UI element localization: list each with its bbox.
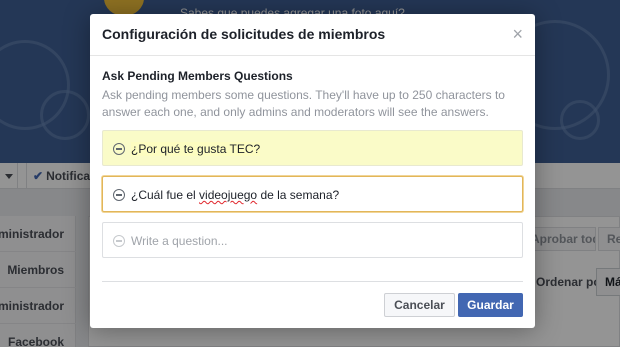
dialog-title: Configuración de solicitudes de miembros [102, 26, 386, 42]
section-title: Ask Pending Members Questions [102, 69, 293, 83]
question-row-focused[interactable]: ¿Cuál fue el videojuego de la semana? [102, 176, 523, 212]
misspelled-word: videojuego [199, 188, 258, 202]
section-description: Ask pending members some questions. They… [102, 88, 505, 119]
footer-divider [102, 281, 523, 282]
save-button[interactable]: Guardar [458, 293, 523, 317]
member-requests-settings-dialog: Configuración de solicitudes de miembros… [90, 14, 535, 328]
question-input[interactable]: ¿Por qué te gusta TEC? [131, 142, 261, 156]
remove-question-icon[interactable] [113, 143, 125, 155]
new-question-row[interactable]: Write a question... [102, 222, 523, 258]
remove-question-icon[interactable] [113, 189, 125, 201]
cancel-button[interactable]: Cancelar [384, 293, 455, 317]
dialog-header: Configuración de solicitudes de miembros… [90, 14, 535, 56]
remove-question-icon [113, 235, 125, 247]
question-row[interactable]: ¿Por qué te gusta TEC? [102, 130, 523, 166]
new-question-input[interactable]: Write a question... [131, 234, 228, 248]
question-input[interactable]: ¿Cuál fue el videojuego de la semana? [131, 188, 339, 202]
close-icon[interactable]: × [512, 24, 523, 44]
